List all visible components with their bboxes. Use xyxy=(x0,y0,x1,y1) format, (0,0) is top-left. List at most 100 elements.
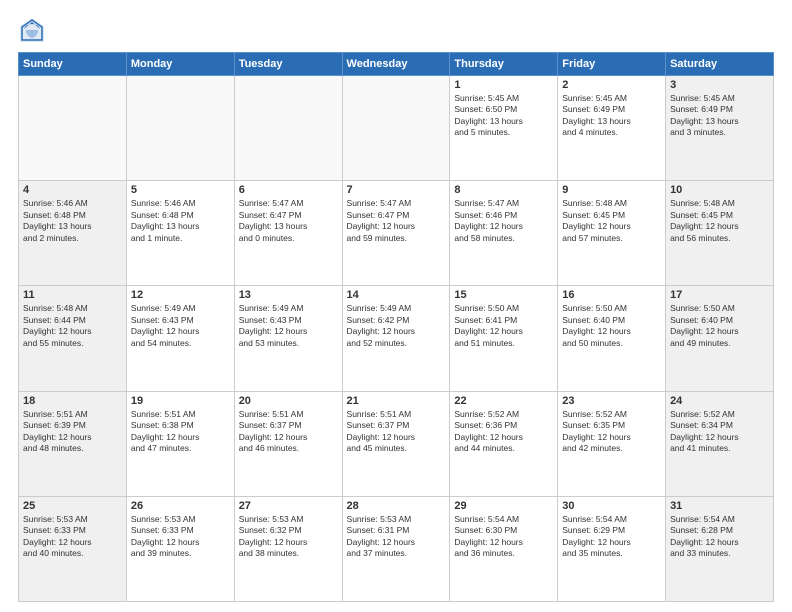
cell-line: Sunset: 6:47 PM xyxy=(347,210,410,220)
cell-text: Sunrise: 5:54 AMSunset: 6:30 PMDaylight:… xyxy=(454,514,553,560)
calendar-day-header-sunday: Sunday xyxy=(19,53,127,76)
cell-line: Daylight: 12 hours xyxy=(347,432,416,442)
calendar-week-row: 4Sunrise: 5:46 AMSunset: 6:48 PMDaylight… xyxy=(19,181,774,286)
cell-line: Sunrise: 5:54 AM xyxy=(670,514,735,524)
calendar-cell: 6 Sunrise: 5:47 AMSunset: 6:47 PMDaylight… xyxy=(234,181,342,286)
calendar-cell: 23Sunrise: 5:52 AMSunset: 6:35 PMDayligh… xyxy=(558,391,666,496)
cell-line: and 35 minutes. xyxy=(562,548,622,558)
cell-line: Sunrise: 5:45 AM xyxy=(562,93,627,103)
cell-line: Sunrise: 5:50 AM xyxy=(670,303,735,313)
day-number: 27 xyxy=(239,500,338,512)
cell-line: and 33 minutes. xyxy=(670,548,730,558)
day-number: 24 xyxy=(670,395,769,407)
day-number: 9 xyxy=(562,184,661,196)
cell-text: Sunrise: 5:49 AMSunset: 6:43 PMDaylight:… xyxy=(131,303,230,349)
cell-text: Sunrise: 5:48 AMSunset: 6:45 PMDaylight:… xyxy=(670,198,769,244)
cell-line: and 51 minutes. xyxy=(454,338,514,348)
cell-line: Sunset: 6:38 PM xyxy=(131,420,194,430)
cell-line: Sunrise: 5:51 AM xyxy=(347,409,412,419)
cell-line: and 52 minutes. xyxy=(347,338,407,348)
cell-line: Sunset: 6:43 PM xyxy=(131,315,194,325)
cell-line: Daylight: 13 hours xyxy=(670,116,739,126)
calendar-cell xyxy=(19,76,127,181)
cell-line: Daylight: 12 hours xyxy=(670,432,739,442)
cell-line: Sunrise: 5:50 AM xyxy=(562,303,627,313)
cell-text: Sunrise: 5:45 AMSunset: 6:49 PMDaylight:… xyxy=(562,93,661,139)
cell-line: Daylight: 12 hours xyxy=(239,326,308,336)
cell-text: Sunrise: 5:50 AMSunset: 6:40 PMDaylight:… xyxy=(562,303,661,349)
calendar-cell: 31Sunrise: 5:54 AMSunset: 6:28 PMDayligh… xyxy=(666,496,774,601)
calendar-day-header-friday: Friday xyxy=(558,53,666,76)
calendar-cell: 22Sunrise: 5:52 AMSunset: 6:36 PMDayligh… xyxy=(450,391,558,496)
cell-text: Sunrise: 5:46 AMSunset: 6:48 PMDaylight:… xyxy=(131,198,230,244)
cell-line: Sunrise: 5:51 AM xyxy=(239,409,304,419)
calendar-cell: 14Sunrise: 5:49 AMSunset: 6:42 PMDayligh… xyxy=(342,286,450,391)
calendar-day-header-monday: Monday xyxy=(126,53,234,76)
cell-line: Sunset: 6:37 PM xyxy=(347,420,410,430)
cell-line: Daylight: 12 hours xyxy=(23,537,92,547)
cell-text: Sunrise: 5:53 AMSunset: 6:31 PMDaylight:… xyxy=(347,514,446,560)
day-number: 6 xyxy=(239,184,338,196)
cell-text: Sunrise: 5:51 AMSunset: 6:37 PM Daylight:… xyxy=(347,409,446,455)
cell-text: Sunrise: 5:51 AMSunset: 6:39 PMDaylight:… xyxy=(23,409,122,455)
day-number: 2 xyxy=(562,79,661,91)
day-number: 14 xyxy=(347,289,446,301)
cell-line: Daylight: 12 hours xyxy=(454,326,523,336)
calendar-cell: 4Sunrise: 5:46 AMSunset: 6:48 PMDaylight… xyxy=(19,181,127,286)
cell-line: and 1 minute. xyxy=(131,233,183,243)
calendar-cell: 12Sunrise: 5:49 AMSunset: 6:43 PMDayligh… xyxy=(126,286,234,391)
logo xyxy=(18,16,50,44)
cell-line: Daylight: 12 hours xyxy=(347,221,416,231)
day-number: 8 xyxy=(454,184,553,196)
cell-line: Sunrise: 5:52 AM xyxy=(454,409,519,419)
calendar-cell: 18Sunrise: 5:51 AMSunset: 6:39 PMDayligh… xyxy=(19,391,127,496)
cell-line: Daylight: 12 hours xyxy=(131,537,200,547)
cell-line: Daylight: 12 hours xyxy=(562,326,631,336)
calendar-cell: 15Sunrise: 5:50 AMSunset: 6:41 PMDayligh… xyxy=(450,286,558,391)
cell-line: Daylight: 12 hours xyxy=(670,221,739,231)
cell-line: and 40 minutes. xyxy=(23,548,83,558)
calendar-cell: 3 Sunrise: 5:45 AMSunset: 6:49 PMDaylight… xyxy=(666,76,774,181)
calendar-cell: 2 Sunrise: 5:45 AMSunset: 6:49 PMDaylight… xyxy=(558,76,666,181)
day-number: 25 xyxy=(23,500,122,512)
calendar-cell: 17Sunrise: 5:50 AMSunset: 6:40 PMDayligh… xyxy=(666,286,774,391)
day-number: 30 xyxy=(562,500,661,512)
cell-line: Daylight: 12 hours xyxy=(670,326,739,336)
cell-text: Sunrise: 5:46 AMSunset: 6:48 PMDaylight:… xyxy=(23,198,122,244)
cell-line: and 45 minutes. xyxy=(347,443,407,453)
day-number: 3 xyxy=(670,79,769,91)
cell-text: Sunrise: 5:54 AMSunset: 6:29 PMDaylight:… xyxy=(562,514,661,560)
calendar-cell: 9Sunrise: 5:48 AMSunset: 6:45 PMDaylight… xyxy=(558,181,666,286)
cell-line: Sunset: 6:42 PM xyxy=(347,315,410,325)
cell-line: and 2 minutes. xyxy=(23,233,79,243)
day-number: 5 xyxy=(131,184,230,196)
day-number: 28 xyxy=(347,500,446,512)
cell-line: Sunset: 6:49 PM xyxy=(670,104,733,114)
day-number: 13 xyxy=(239,289,338,301)
cell-line: and 58 minutes. xyxy=(454,233,514,243)
calendar-cell xyxy=(126,76,234,181)
cell-line: and 46 minutes. xyxy=(239,443,299,453)
cell-line: Sunset: 6:35 PM xyxy=(562,420,625,430)
cell-line: Daylight: 12 hours xyxy=(131,432,200,442)
cell-line: and 0 minutes. xyxy=(239,233,295,243)
calendar-cell: 19Sunrise: 5:51 AMSunset: 6:38 PMDayligh… xyxy=(126,391,234,496)
cell-text: Sunrise: 5:47 AMSunset: 6:47 PMDaylight:… xyxy=(239,198,338,244)
cell-line: Sunrise: 5:46 AM xyxy=(23,198,88,208)
cell-line: and 54 minutes. xyxy=(131,338,191,348)
calendar-cell: 27Sunrise: 5:53 AMSunset: 6:32 PMDayligh… xyxy=(234,496,342,601)
calendar-day-header-wednesday: Wednesday xyxy=(342,53,450,76)
cell-line: Sunset: 6:43 PM xyxy=(239,315,302,325)
cell-text: Sunrise: 5:45 AMSunset: 6:49 PMDaylight:… xyxy=(670,93,769,139)
day-number: 11 xyxy=(23,289,122,301)
day-number: 31 xyxy=(670,500,769,512)
cell-line: Sunrise: 5:48 AM xyxy=(562,198,627,208)
cell-line: Sunset: 6:48 PM xyxy=(131,210,194,220)
cell-text: Sunrise: 5:51 AMSunset: 6:38 PMDaylight:… xyxy=(131,409,230,455)
cell-line: Daylight: 13 hours xyxy=(131,221,200,231)
cell-line: Sunrise: 5:53 AM xyxy=(239,514,304,524)
day-number: 21 xyxy=(347,395,446,407)
calendar-day-header-thursday: Thursday xyxy=(450,53,558,76)
cell-line: and 55 minutes. xyxy=(23,338,83,348)
calendar-cell: 21 Sunrise: 5:51 AMSunset: 6:37 PM Dayligh… xyxy=(342,391,450,496)
